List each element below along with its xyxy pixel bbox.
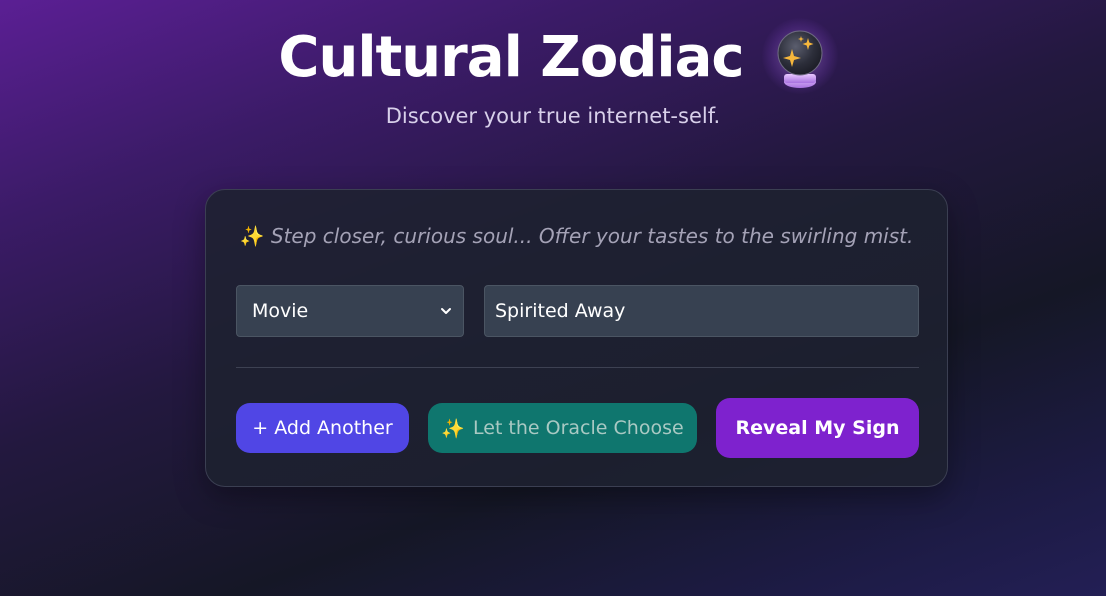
oracle-choose-button[interactable]: ✨ Let the Oracle Choose xyxy=(428,403,697,453)
page-title: Cultural Zodiac xyxy=(278,25,744,90)
title-row: Cultural Zodiac xyxy=(0,18,1106,98)
page-header: Cultural Zodiac Discover your true inter… xyxy=(0,18,1106,128)
sparkles-icon: ✨ xyxy=(239,224,265,248)
category-select-value: Movie xyxy=(252,300,309,322)
page-subtitle: Discover your true internet-self. xyxy=(385,104,721,128)
add-another-label: + Add Another xyxy=(252,417,393,439)
title-input-value: Spirited Away xyxy=(495,300,626,322)
add-another-button[interactable]: + Add Another xyxy=(236,403,409,453)
reveal-sign-button[interactable]: Reveal My Sign xyxy=(716,398,919,458)
prompt-text: ✨ Step closer, curious soul... Offer you… xyxy=(206,224,947,248)
category-select[interactable]: Movie xyxy=(236,285,464,337)
title-input[interactable]: Spirited Away xyxy=(484,285,919,337)
prompt-label: Step closer, curious soul... Offer your … xyxy=(270,224,914,248)
divider xyxy=(236,367,919,368)
chevron-down-icon xyxy=(441,308,451,314)
reveal-sign-label: Reveal My Sign xyxy=(735,417,900,439)
input-card: ✨ Step closer, curious soul... Offer you… xyxy=(205,189,948,487)
sparkles-icon: ✨ xyxy=(441,417,465,440)
oracle-choose-label: Let the Oracle Choose xyxy=(473,417,684,439)
crystal-ball-icon xyxy=(761,18,838,94)
